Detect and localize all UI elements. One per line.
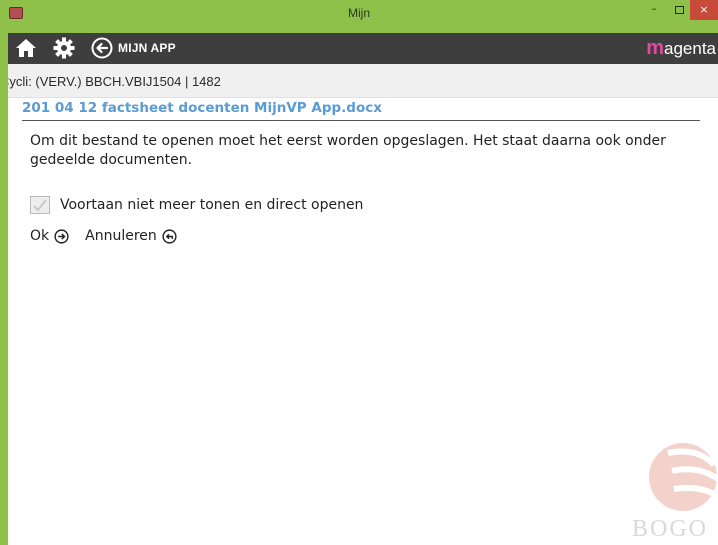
checkmark-icon — [33, 199, 47, 212]
ok-label: Ok — [30, 228, 50, 244]
window-titlebar: Mijn – × — [0, 0, 718, 33]
dont-show-again-checkbox[interactable]: Voortaan niet meer tonen en direct opene… — [30, 194, 363, 216]
dialog-actions: Ok Annuleren — [30, 228, 193, 244]
undo-circle-icon — [162, 228, 177, 244]
app-bar: MIJN APP magenta — [8, 33, 718, 64]
checkbox-label: Voortaan niet meer tonen en direct opene… — [60, 197, 364, 213]
logo-mark-icon — [649, 443, 718, 511]
divider — [22, 120, 700, 121]
home-icon[interactable] — [14, 36, 38, 60]
arrow-right-circle-icon — [54, 228, 69, 244]
close-button[interactable]: × — [690, 0, 718, 20]
brand-logo: magenta — [646, 37, 716, 59]
cancel-label: Annuleren — [85, 228, 157, 244]
back-arrow-icon[interactable] — [90, 36, 114, 60]
window-title: Mijn — [347, 6, 370, 20]
dialog-message: Om dit bestand te openen moet het eerst … — [30, 133, 666, 168]
ok-button[interactable]: Ok — [30, 228, 69, 244]
file-title: 201 04 12 factsheet docenten MijnVP App.… — [22, 100, 382, 116]
breadcrumb: Cycli: (VERV.) BBCH.VBIJ1504 | 1482 — [8, 64, 718, 98]
minimize-button[interactable]: – — [640, 0, 668, 20]
checkbox-box[interactable] — [30, 196, 50, 214]
bogo-logo: BOGO — [618, 435, 718, 545]
maximize-button[interactable] — [668, 0, 690, 20]
maximize-icon — [674, 6, 684, 14]
cancel-button[interactable]: Annuleren — [85, 228, 177, 244]
breadcrumb-text: Cycli: (VERV.) BBCH.VBIJ1504 | 1482 — [8, 74, 221, 89]
logo-text: BOGO — [631, 516, 708, 542]
content-area: Cycli: (VERV.) BBCH.VBIJ1504 | 1482 201 … — [8, 64, 718, 545]
app-title: MIJN APP — [118, 41, 176, 55]
gear-icon[interactable] — [52, 36, 76, 60]
